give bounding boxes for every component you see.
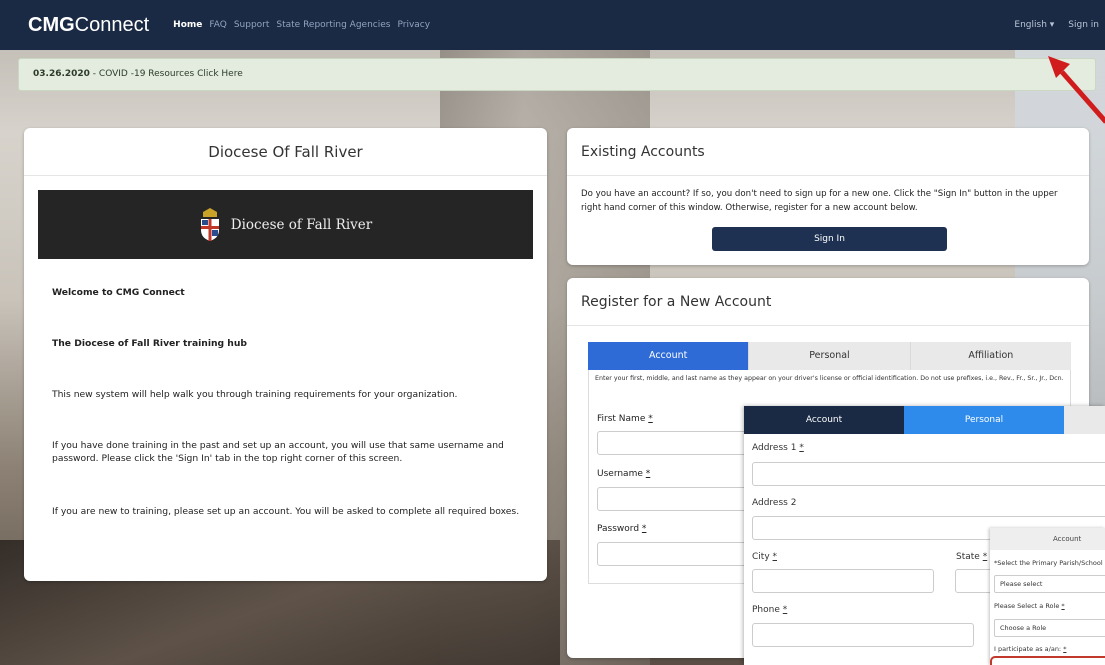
returning-user-paragraph: If you have done training in the past an… (52, 440, 504, 465)
alert-link[interactable]: Click Here (197, 69, 243, 79)
training-hub-heading: The Diocese of Fall River training hub (52, 338, 247, 349)
overlay-tab-account[interactable]: Account (744, 406, 904, 434)
top-navbar: CMGConnect Home FAQ Support State Report… (0, 0, 1105, 50)
affiliation-form-overlay: Account *Select the Primary Parish/Schoo… (990, 528, 1105, 665)
existing-accounts-panel: Existing Accounts Do you have an account… (567, 128, 1089, 265)
tab-account[interactable]: Account (588, 342, 749, 370)
existing-accounts-title: Existing Accounts (567, 128, 1089, 176)
nav-link-home[interactable]: Home (173, 20, 202, 30)
banner-text: Diocese of Fall River (230, 216, 373, 233)
participate-label: I participate as a/an: * (994, 645, 1067, 653)
new-user-paragraph: If you are new to training, please set u… (52, 506, 520, 517)
nav-link-privacy[interactable]: Privacy (397, 20, 430, 30)
overlay2-tab-account[interactable]: Account (990, 528, 1105, 550)
parish-label: *Select the Primary Parish/School (994, 559, 1103, 567)
overlay-tab-next[interactable] (1064, 406, 1105, 434)
nav-link-faq[interactable]: FAQ (209, 20, 226, 30)
first-name-label: First Name * (597, 414, 653, 424)
role-label: Please Select a Role * (994, 602, 1065, 610)
overlay-tab-personal[interactable]: Personal (904, 406, 1064, 434)
language-dropdown[interactable]: English ▾ (1014, 20, 1054, 30)
brand-logo[interactable]: CMGConnect (28, 14, 149, 37)
alert-text: - COVID -19 Resources (89, 69, 198, 79)
register-title: Register for a New Account (567, 278, 1089, 326)
diocese-crest-icon (200, 207, 219, 241)
diocese-panel: Diocese Of Fall River Diocese of Fall Ri… (24, 128, 547, 581)
register-tabs: Account Personal Affiliation (588, 342, 1071, 370)
city-input[interactable] (752, 569, 934, 593)
tab-affiliation[interactable]: Affiliation (909, 342, 1071, 370)
address2-label: Address 2 (752, 498, 797, 508)
intro-paragraph: This new system will help walk you throu… (52, 389, 458, 400)
password-input[interactable] (597, 542, 754, 566)
username-label: Username * (597, 469, 651, 479)
parish-select[interactable]: Please select (994, 575, 1105, 593)
state-label: State * (956, 552, 988, 562)
nav-link-state-reporting-agencies[interactable]: State Reporting Agencies (276, 20, 390, 30)
address1-input[interactable] (752, 462, 1105, 486)
nav-link-support[interactable]: Support (234, 20, 270, 30)
nav-links: Home FAQ Support State Reporting Agencie… (173, 20, 430, 30)
role-select[interactable]: Choose a Role (994, 619, 1105, 637)
alert-date: 03.26.2020 (33, 69, 90, 79)
diocese-title: Diocese Of Fall River (24, 128, 547, 176)
name-instructions: Enter your first, middle, and last name … (595, 375, 1064, 382)
password-label: Password * (597, 524, 647, 534)
sign-in-link[interactable]: Sign in (1068, 20, 1099, 30)
welcome-heading: Welcome to CMG Connect (52, 287, 185, 298)
red-arrow-icon (1048, 56, 1105, 124)
city-label: City * (752, 552, 778, 562)
sign-in-button[interactable]: Sign In (712, 227, 947, 251)
participate-highlight (990, 656, 1105, 665)
username-input[interactable] (597, 487, 754, 511)
phone-input[interactable] (752, 623, 974, 647)
tab-personal[interactable]: Personal (748, 342, 910, 370)
covid-alert: 03.26.2020 - COVID -19 Resources Click H… (18, 58, 1096, 91)
existing-accounts-text: Do you have an account? If so, you don't… (581, 189, 1058, 213)
address1-label: Address 1 * (752, 443, 804, 453)
phone-label: Phone * (752, 605, 788, 615)
diocese-banner: Diocese of Fall River (38, 190, 533, 259)
first-name-input[interactable] (597, 431, 754, 455)
